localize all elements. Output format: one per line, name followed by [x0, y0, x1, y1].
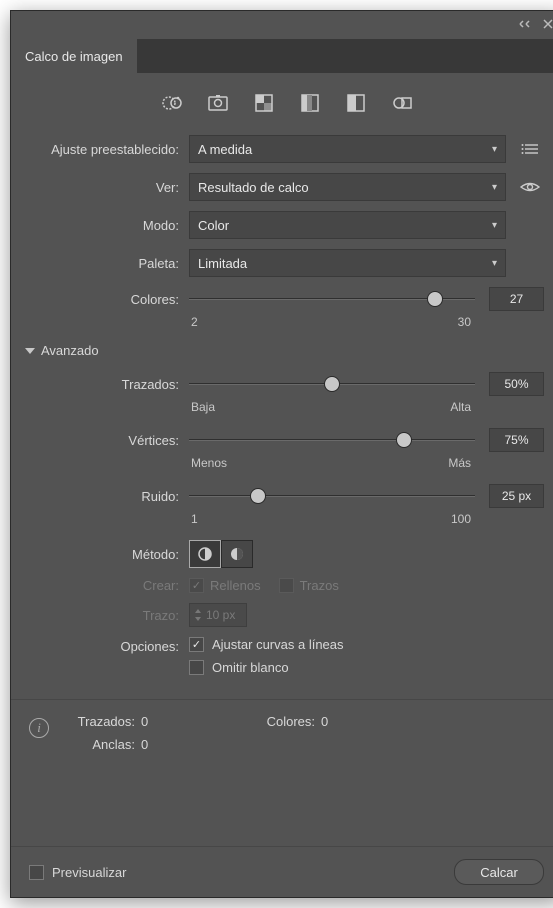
chevron-down-icon: ▾: [492, 182, 497, 193]
close-icon[interactable]: [542, 18, 553, 33]
stat-colors-label: Colores:: [201, 714, 321, 729]
tab-image-trace[interactable]: Calco de imagen: [11, 39, 137, 73]
chevron-down-icon: ▾: [492, 220, 497, 231]
colors-max: 30: [458, 315, 471, 329]
mode-label: Modo:: [29, 218, 189, 233]
preset-dropdown[interactable]: A medida ▾: [189, 135, 506, 163]
fills-label: Rellenos: [210, 578, 261, 593]
eye-icon[interactable]: [516, 173, 544, 201]
strokes-checkbox: [279, 578, 294, 593]
slider-thumb[interactable]: [396, 432, 412, 448]
corners-max: Más: [448, 456, 471, 470]
paths-value[interactable]: 50%: [489, 372, 544, 396]
palette-value: Limitada: [198, 256, 247, 271]
window-titlebar: [11, 11, 553, 39]
auto-color-icon[interactable]: [160, 91, 184, 115]
noise-max: 100: [451, 512, 471, 526]
mode-dropdown[interactable]: Color ▾: [189, 211, 506, 239]
colors-value[interactable]: 27: [489, 287, 544, 311]
preset-menu-icon[interactable]: [516, 135, 544, 163]
preview-checkbox[interactable]: [29, 865, 44, 880]
create-label: Crear:: [29, 578, 189, 593]
slider-thumb[interactable]: [324, 376, 340, 392]
chevron-down-icon: ▾: [492, 258, 497, 269]
black-white-icon[interactable]: [344, 91, 368, 115]
noise-min: 1: [191, 512, 198, 526]
noise-label: Ruido:: [29, 489, 189, 504]
advanced-label: Avanzado: [41, 343, 99, 358]
noise-value[interactable]: 25 px: [489, 484, 544, 508]
view-dropdown[interactable]: Resultado de calco ▾: [189, 173, 506, 201]
preset-label: Ajuste preestablecido:: [29, 142, 189, 157]
trace-button-label: Calcar: [480, 865, 518, 880]
stepper-arrows-icon: [194, 608, 202, 622]
stat-colors-value: 0: [321, 714, 381, 729]
preview-label: Previsualizar: [52, 865, 126, 880]
disclosure-triangle-icon: [25, 348, 35, 354]
mode-value: Color: [198, 218, 229, 233]
stroke-stepper: 10 px: [189, 603, 247, 627]
trace-button[interactable]: Calcar: [454, 859, 544, 885]
high-color-icon[interactable]: [206, 91, 230, 115]
tab-bar: Calco de imagen: [11, 39, 553, 73]
ignore-white-label: Omitir blanco: [212, 660, 289, 675]
colors-slider[interactable]: [189, 289, 475, 309]
low-color-icon[interactable]: [252, 91, 276, 115]
stat-anchors-label: Anclas:: [61, 737, 141, 752]
snap-curves-checkbox[interactable]: [189, 637, 204, 652]
paths-max: Alta: [450, 400, 471, 414]
view-value: Resultado de calco: [198, 180, 309, 195]
method-overlapping-button[interactable]: [221, 540, 253, 568]
chevron-down-icon: ▾: [492, 144, 497, 155]
view-label: Ver:: [29, 180, 189, 195]
tab-label: Calco de imagen: [25, 49, 123, 64]
method-label: Método:: [29, 547, 189, 562]
palette-dropdown[interactable]: Limitada ▾: [189, 249, 506, 277]
corners-min: Menos: [191, 456, 227, 470]
method-abutting-button[interactable]: [189, 540, 221, 568]
image-trace-panel: Calco de imagen Ajuste preestablecido: A…: [10, 10, 553, 898]
advanced-section-toggle[interactable]: Avanzado: [25, 343, 544, 358]
stroke-value: 10 px: [206, 608, 235, 622]
colors-min: 2: [191, 315, 198, 329]
panel-footer: Previsualizar Calcar: [11, 846, 553, 897]
stroke-label: Trazo:: [29, 608, 189, 623]
snap-curves-label: Ajustar curvas a líneas: [212, 637, 344, 652]
slider-thumb[interactable]: [427, 291, 443, 307]
fills-checkbox: [189, 578, 204, 593]
paths-slider[interactable]: [189, 374, 475, 394]
options-label: Opciones:: [29, 637, 189, 654]
collapse-icon[interactable]: [518, 18, 532, 32]
outline-icon[interactable]: [390, 91, 414, 115]
info-icon: i: [29, 718, 49, 738]
stat-anchors-value: 0: [141, 737, 201, 752]
stat-paths-value: 0: [141, 714, 201, 729]
ignore-white-checkbox[interactable]: [189, 660, 204, 675]
paths-label: Trazados:: [29, 377, 189, 392]
noise-slider[interactable]: [189, 486, 475, 506]
preset-value: A medida: [198, 142, 252, 157]
stat-paths-label: Trazados:: [61, 714, 141, 729]
palette-label: Paleta:: [29, 256, 189, 271]
preset-icon-toolbar: [11, 73, 553, 135]
grayscale-icon[interactable]: [298, 91, 322, 115]
stats-bar: i Trazados: 0 Colores: 0 Anclas: 0: [11, 699, 553, 766]
slider-thumb[interactable]: [250, 488, 266, 504]
corners-value[interactable]: 75%: [489, 428, 544, 452]
strokes-label: Trazos: [300, 578, 339, 593]
corners-slider[interactable]: [189, 430, 475, 450]
colors-label: Colores:: [29, 292, 189, 307]
corners-label: Vértices:: [29, 433, 189, 448]
paths-min: Baja: [191, 400, 215, 414]
